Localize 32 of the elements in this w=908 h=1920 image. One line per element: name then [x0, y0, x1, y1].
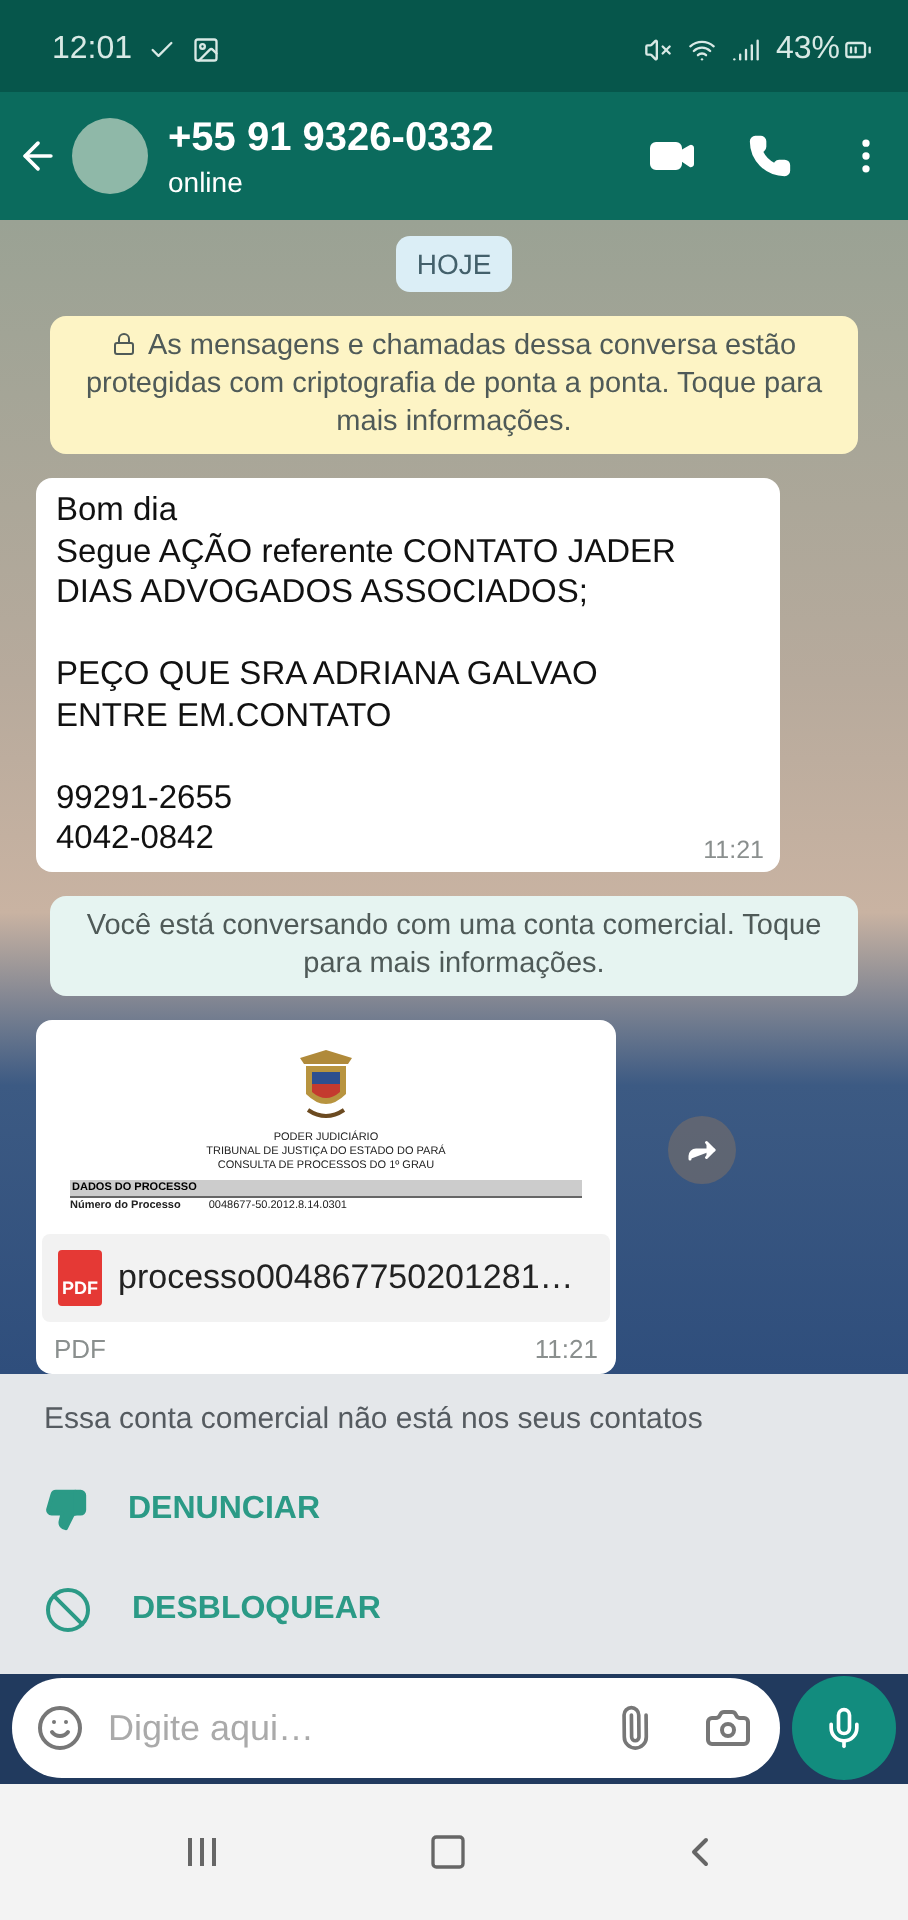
message-time: 11:21	[703, 835, 764, 863]
wifi-icon	[687, 36, 716, 64]
thumbs-down-icon	[44, 1487, 88, 1531]
block-icon	[44, 1585, 92, 1633]
info-notice[interactable]: As mensagens e chamadas dessa conversa estão protegidas com criptografia de ponta a ponta. Toque para mais informações.	[50, 316, 858, 454]
status-time: 12:01	[52, 32, 133, 68]
three-bars-icon	[184, 1833, 220, 1870]
square-icon	[428, 1831, 468, 1872]
emoji-icon[interactable]	[36, 1704, 84, 1752]
message-time: 11:21	[534, 1333, 598, 1363]
date-chip: HOJE	[396, 236, 512, 292]
battery-icon	[844, 36, 872, 64]
file-type: PDF	[54, 1333, 106, 1363]
info-notice[interactable]: Você está conversando com uma conta comercial. Toque para mais informações.	[50, 895, 858, 995]
forward-button[interactable]	[668, 1115, 736, 1183]
image-icon	[192, 36, 221, 64]
lock-icon	[111, 332, 136, 356]
avatar	[72, 118, 148, 194]
mic-button[interactable]	[792, 1676, 896, 1780]
camera-icon[interactable]	[704, 1704, 752, 1752]
message-input[interactable]: Digite aqui…	[104, 1705, 592, 1751]
signal-icon	[731, 36, 760, 64]
contact-name: +55 91 9326-0332	[168, 115, 496, 161]
battery-percent: 43%	[775, 32, 840, 68]
phone-icon[interactable]	[748, 134, 792, 178]
contact-status: online	[168, 165, 245, 197]
mute-icon	[643, 36, 672, 64]
pdf-icon: PDF	[58, 1249, 102, 1305]
file-name: processo004867750201281…	[118, 1257, 574, 1297]
message-text: Bom dia Segue AÇÃO referente CONTATO JADER DIAS ADVOGADOS ASSOCIADOS; PEÇO QUE SRA ADRIANA GALVAO ENTRE EM.CONTATO 99291-2655 4042-0842	[54, 490, 678, 860]
message-field[interactable]: Digite aqui…	[12, 1678, 780, 1778]
panel-text: Essa conta comercial não está nos seus contatos	[44, 1401, 705, 1435]
